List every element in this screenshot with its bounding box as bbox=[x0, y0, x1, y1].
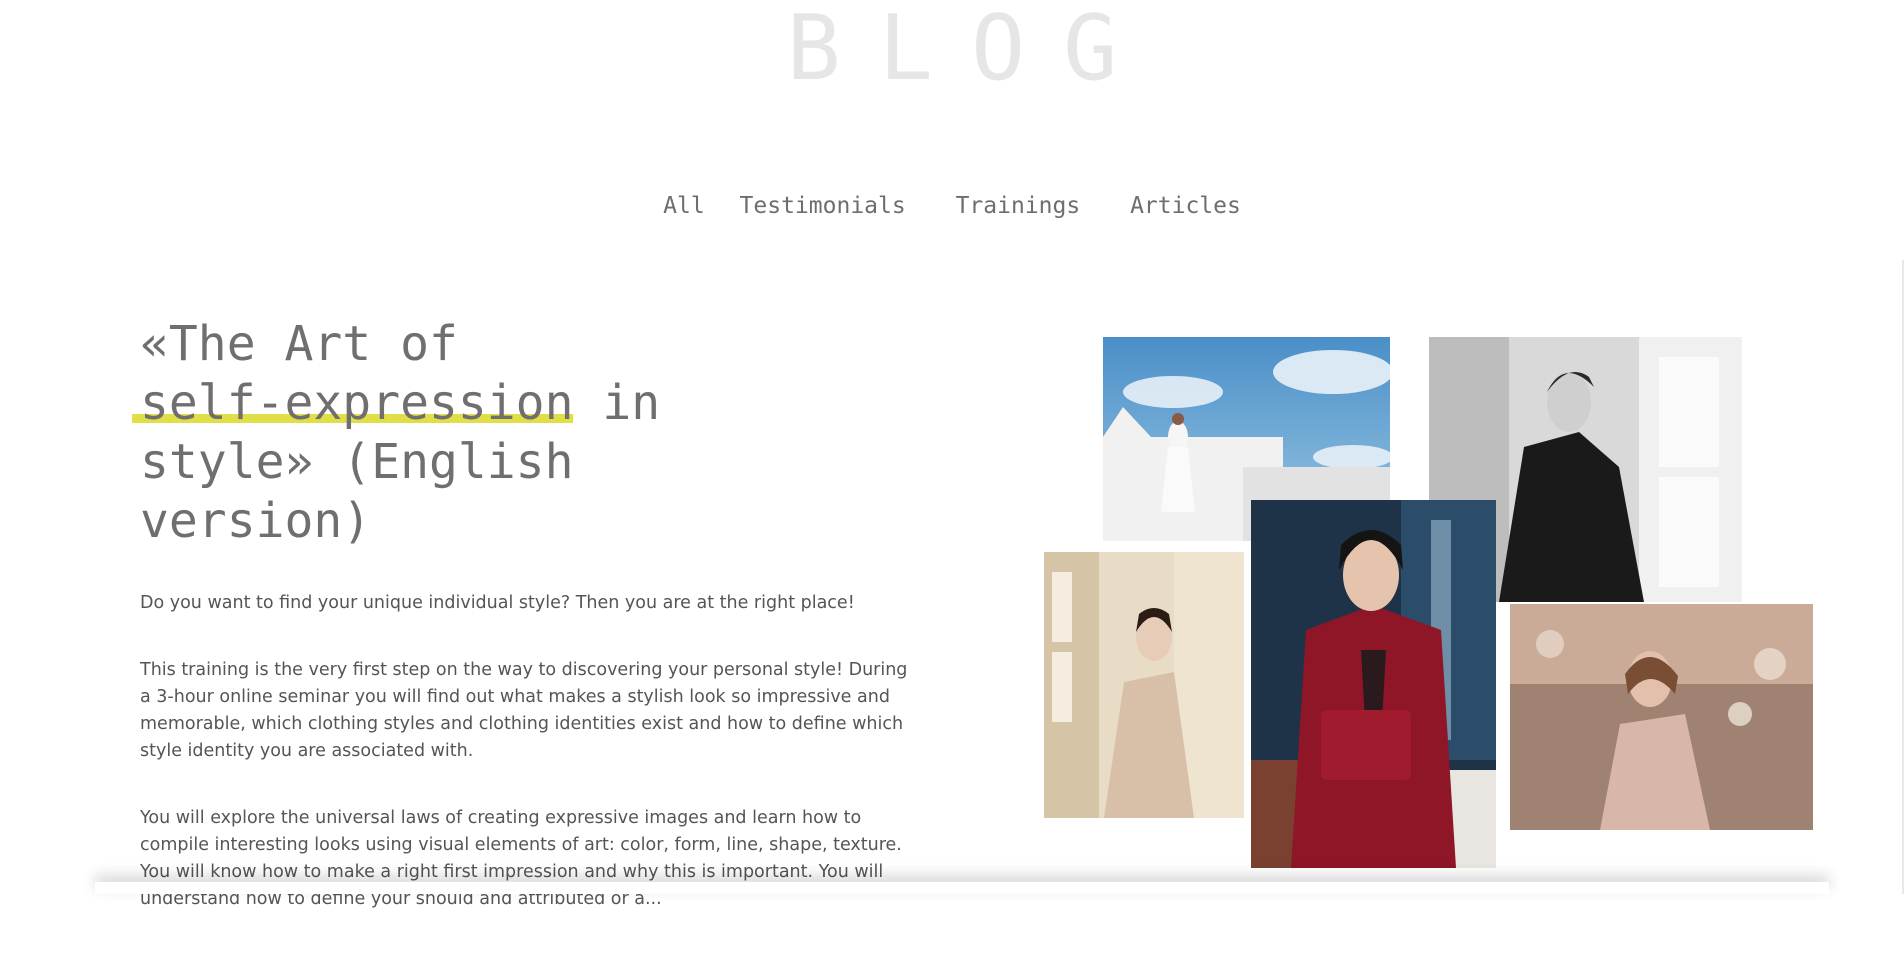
filter-trainings[interactable]: Trainings bbox=[956, 193, 1081, 219]
filter-articles[interactable]: Articles bbox=[1130, 193, 1241, 219]
post-title: «The Art of self-expression in style» (En… bbox=[132, 315, 760, 551]
post-paragraph: Do you want to find your unique individu… bbox=[140, 593, 855, 613]
photo-window-gown bbox=[1044, 552, 1244, 818]
page-heading: BLOG bbox=[786, 0, 1156, 101]
photo-red-coat bbox=[1251, 500, 1496, 868]
post-body: Do you want to find your unique individu… bbox=[140, 590, 920, 953]
post-title-prefix: «The Art of bbox=[140, 316, 458, 372]
post-paragraph: You will explore the universal laws of c… bbox=[140, 808, 902, 909]
category-filters: All Testimonials Trainings Articles bbox=[0, 193, 1904, 219]
post-paragraph: This training is the very first step on … bbox=[140, 660, 908, 761]
photo-flower-field bbox=[1510, 604, 1813, 830]
bottom-shadow bbox=[95, 882, 1829, 894]
filter-testimonials[interactable]: Testimonials bbox=[740, 193, 906, 219]
post-title-highlight: self-expression bbox=[132, 375, 574, 431]
filter-all[interactable]: All bbox=[663, 193, 705, 219]
